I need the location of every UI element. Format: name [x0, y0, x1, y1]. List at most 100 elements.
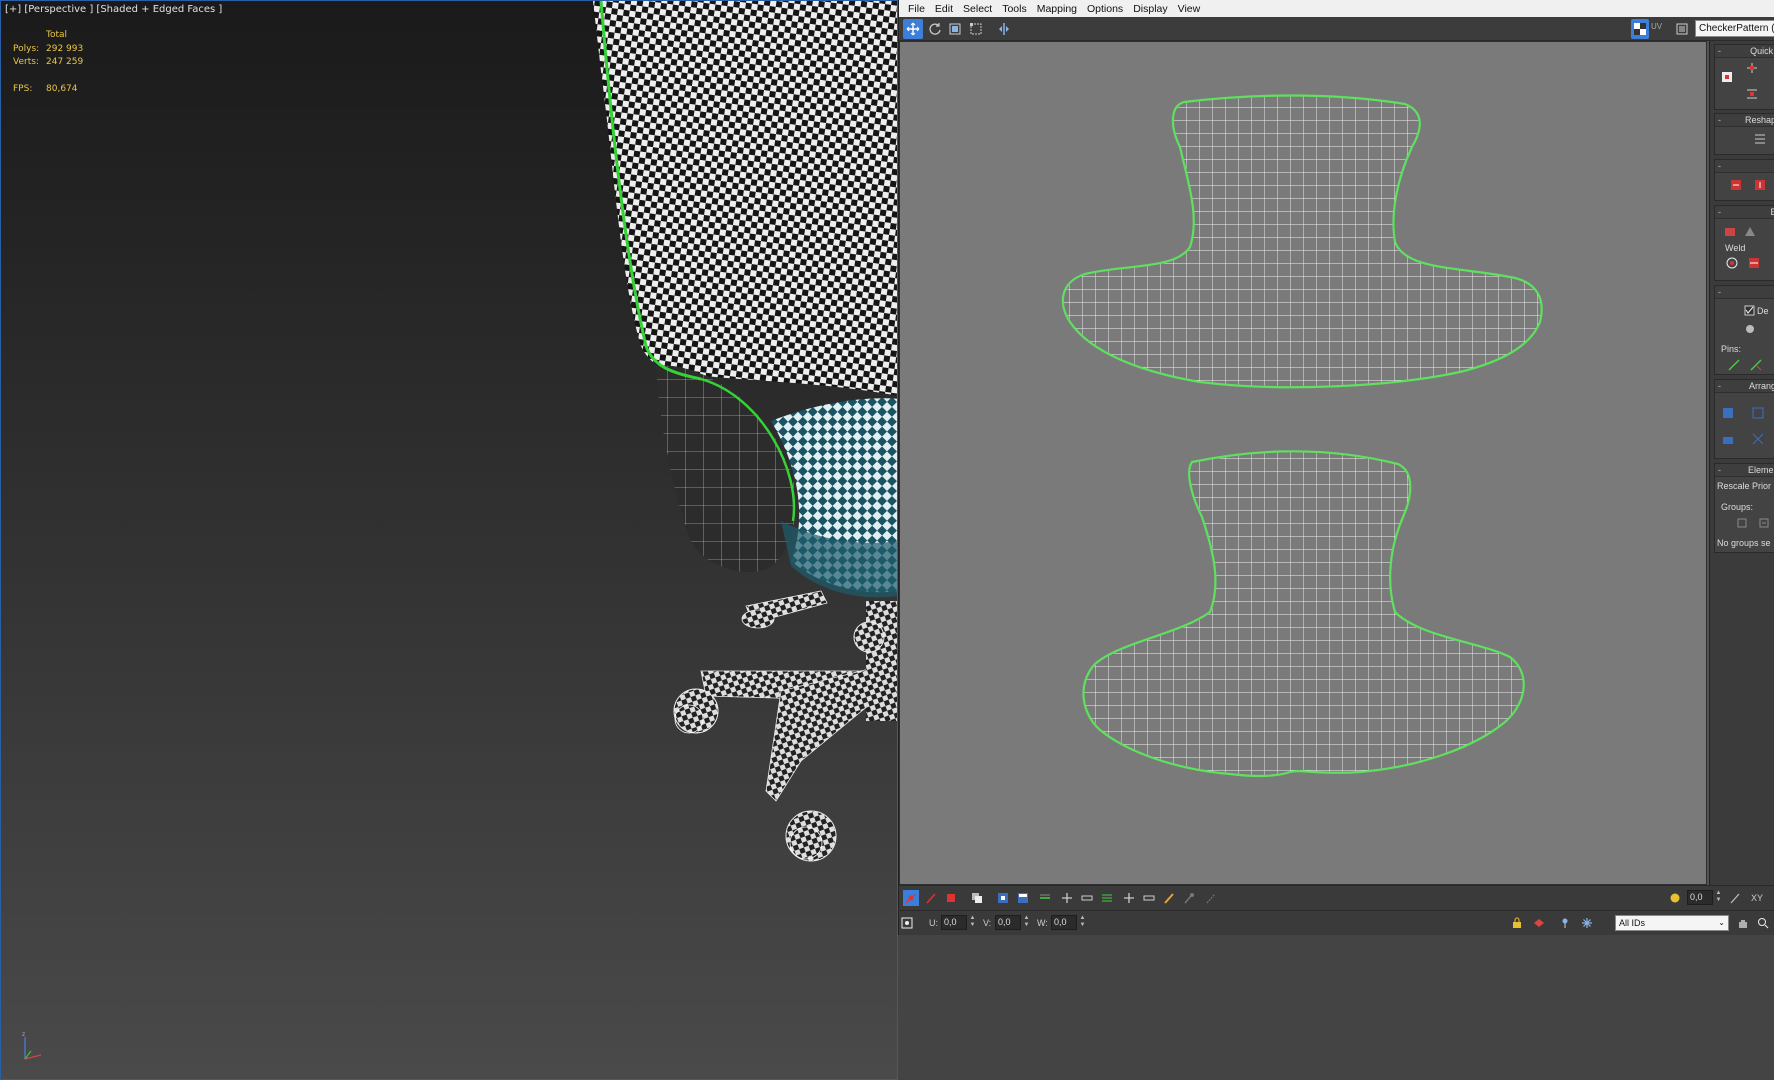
shrink-ring-button[interactable]: [1141, 890, 1157, 906]
paint-select-button[interactable]: [1161, 890, 1177, 906]
unpin-icon[interactable]: [1749, 358, 1763, 372]
uv-toggle-label[interactable]: UV: [1651, 22, 1662, 31]
v-label: V:: [983, 918, 992, 928]
uv-bottom-toolbar: 0,0 ▲ ▼ XY: [899, 885, 1774, 910]
scale-tool-button[interactable]: [945, 19, 965, 39]
weld-selected-icon[interactable]: [1747, 256, 1761, 270]
vertex-mode-button[interactable]: [903, 890, 919, 906]
pack-custom-icon[interactable]: [1751, 432, 1765, 446]
rollout-stitch[interactable]: -S: [1714, 159, 1774, 201]
offset-field[interactable]: 0,0: [1687, 890, 1713, 905]
absolute-mode-button[interactable]: [899, 915, 915, 931]
pin-toggle-button[interactable]: [1557, 915, 1573, 931]
freeze-button[interactable]: [1579, 915, 1595, 931]
element-mode-button[interactable]: [969, 890, 985, 906]
mirror-tool-button[interactable]: [994, 19, 1014, 39]
ring-select-button[interactable]: [1099, 890, 1115, 906]
soft-select-icon: [1670, 893, 1680, 903]
polygon-mode-button[interactable]: [943, 890, 959, 906]
move-tool-button[interactable]: [903, 19, 923, 39]
verts-label: Verts:: [13, 57, 39, 67]
shrink-loop-button[interactable]: [1079, 890, 1095, 906]
rescale-icon[interactable]: [1721, 432, 1735, 446]
align-icon[interactable]: [1721, 71, 1735, 85]
break-icon[interactable]: [1723, 224, 1737, 238]
pin-icon: [1562, 918, 1568, 928]
menu-edit[interactable]: Edit: [930, 3, 958, 15]
shrink-selection-button[interactable]: [1015, 890, 1031, 906]
align-vertical-icon[interactable]: [1745, 87, 1759, 101]
pack-together-icon[interactable]: [1751, 406, 1765, 420]
offset-spinner[interactable]: ▲ ▼: [1715, 890, 1722, 905]
detach-checkbox-icon[interactable]: [1743, 304, 1757, 318]
minus-icon: [1081, 895, 1093, 901]
mirror-icon: [999, 23, 1009, 35]
pack-icon[interactable]: [1721, 406, 1735, 420]
lock-selection-button[interactable]: [1509, 915, 1525, 931]
u-field[interactable]: 0,0: [941, 915, 967, 930]
weld-target-icon[interactable]: [1725, 256, 1739, 270]
w-spinner[interactable]: ▲ ▼: [1079, 915, 1086, 930]
v-spinner[interactable]: ▲ ▼: [1023, 915, 1030, 930]
pin-icon[interactable]: [1727, 358, 1741, 372]
edge-mode-button[interactable]: [923, 890, 939, 906]
paint-shrink-button[interactable]: [1203, 890, 1219, 906]
menu-tools[interactable]: Tools: [997, 3, 1032, 15]
edge-icon: [926, 893, 936, 904]
material-id-dropdown[interactable]: All IDs ⌄: [1615, 915, 1729, 931]
menu-options[interactable]: Options: [1082, 3, 1128, 15]
grow-ring-button[interactable]: [1121, 890, 1137, 906]
polys-label: Polys:: [13, 43, 40, 54]
stitch-source-icon[interactable]: [1729, 178, 1743, 192]
rollout-reshape[interactable]: -Reshape: [1714, 113, 1774, 155]
perspective-viewport[interactable]: [+] [Perspective ] [Shaded + Edged Faces…: [0, 0, 898, 1080]
menu-display[interactable]: Display: [1128, 3, 1172, 15]
texture-dropdown[interactable]: CheckerPattern ( C: [1695, 20, 1774, 37]
detach-icon[interactable]: [1743, 224, 1757, 238]
rotate-step-button[interactable]: [1727, 890, 1743, 906]
menu-view[interactable]: View: [1173, 3, 1206, 15]
filter-selected-button[interactable]: [1531, 915, 1547, 931]
grow-loop-button[interactable]: [1059, 890, 1075, 906]
no-groups-text: No groups se: [1717, 538, 1771, 548]
axis-tripod-icon: z: [22, 1031, 42, 1060]
uv-canvas[interactable]: [899, 41, 1707, 885]
rotate-tool-button[interactable]: [925, 19, 945, 39]
menu-select[interactable]: Select: [958, 3, 997, 15]
v-field[interactable]: 0,0: [995, 915, 1021, 930]
plus-icon: [1062, 893, 1072, 903]
peel-icon[interactable]: [1743, 322, 1757, 336]
rollout-peel[interactable]: -P De Pins:: [1714, 285, 1774, 375]
loop-select-button[interactable]: [1037, 890, 1053, 906]
snowflake-icon: [1582, 918, 1592, 928]
texture-list-button[interactable]: [1673, 19, 1691, 39]
xy-label[interactable]: XY: [1751, 893, 1763, 903]
paint-grow-button[interactable]: [1181, 890, 1197, 906]
element-icon: [972, 893, 982, 903]
rollout-explode[interactable]: -Ex Weld: [1714, 205, 1774, 281]
rollout-arrange[interactable]: -Arrange: [1714, 379, 1774, 459]
rollout-quick-transform[interactable]: -Quick T: [1714, 44, 1774, 110]
freeform-tool-button[interactable]: [966, 19, 986, 39]
w-field[interactable]: 0,0: [1051, 915, 1077, 930]
menu-file[interactable]: File: [903, 3, 930, 15]
polys-value: 292 993: [46, 43, 84, 54]
u-label: U:: [929, 918, 938, 928]
rollout-element-properties[interactable]: -Element Rescale Prior Groups: No groups…: [1714, 463, 1774, 553]
uv-editor-window[interactable]: File Edit Select Tools Mapping Options D…: [898, 0, 1774, 935]
group-add-icon[interactable]: [1735, 516, 1749, 530]
uv-menubar: File Edit Select Tools Mapping Options D…: [899, 0, 1774, 17]
pan-button[interactable]: [1735, 915, 1751, 931]
show-map-button[interactable]: [1631, 19, 1649, 39]
paint-grow-icon: [1184, 893, 1194, 904]
straighten-icon[interactable]: [1753, 132, 1767, 146]
group-remove-icon[interactable]: [1757, 516, 1771, 530]
stitch-target-icon[interactable]: [1753, 178, 1767, 192]
soft-selection-button[interactable]: [1667, 890, 1683, 906]
align-horizontal-icon[interactable]: [1745, 61, 1759, 75]
grow-selection-button[interactable]: [995, 890, 1011, 906]
zoom-button[interactable]: [1755, 915, 1771, 931]
menu-mapping[interactable]: Mapping: [1032, 3, 1082, 15]
viewport-label[interactable]: [+] [Perspective ] [Shaded + Edged Faces…: [5, 4, 222, 15]
u-spinner[interactable]: ▲ ▼: [969, 915, 976, 930]
